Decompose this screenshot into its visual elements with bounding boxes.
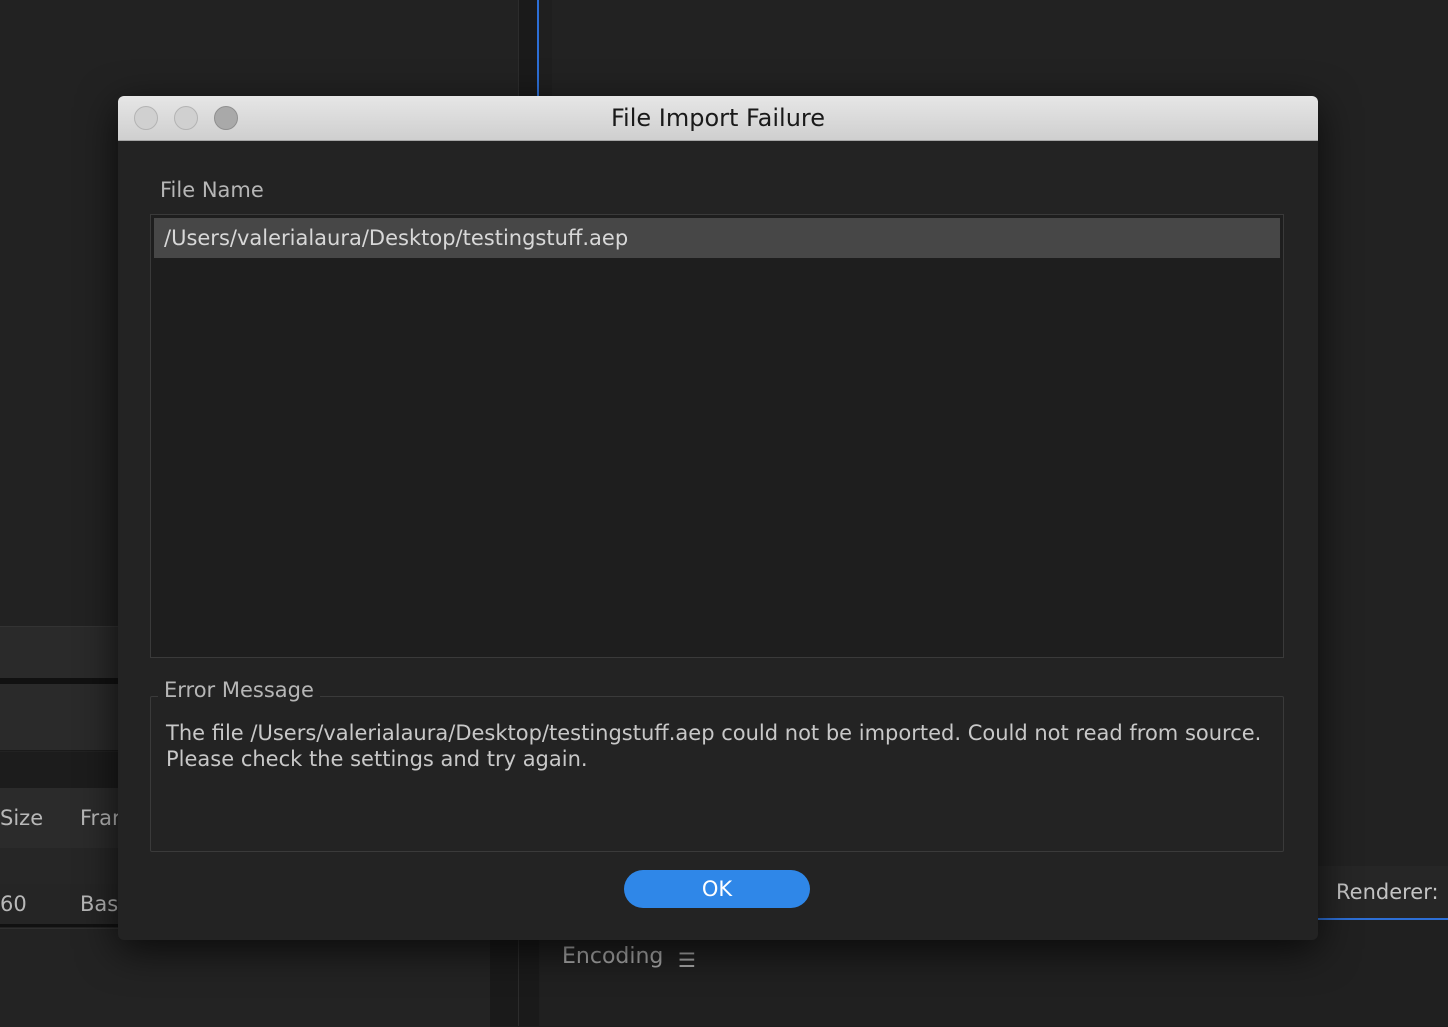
error-message-text: The file /Users/valerialaura/Desktop/tes…: [166, 721, 1262, 771]
table-cell-size: 60: [0, 892, 27, 916]
dialog-title: File Import Failure: [610, 104, 826, 132]
bottom-divider: [490, 930, 518, 1026]
file-name-label: File Name: [160, 178, 264, 202]
error-message-label: Error Message: [158, 678, 320, 702]
hamburger-menu-icon[interactable]: ☰: [678, 948, 696, 972]
list-item[interactable]: /Users/valerialaura/Desktop/testingstuff…: [154, 218, 1280, 258]
file-path: /Users/valerialaura/Desktop/testingstuff…: [164, 226, 629, 250]
left-panel-row: [0, 752, 118, 788]
panel-focus-indicator: [537, 0, 539, 100]
renderer-label: Renderer:: [1336, 880, 1439, 904]
column-header-frame[interactable]: Frar: [80, 806, 121, 830]
ok-button[interactable]: OK: [624, 870, 810, 908]
left-bottom-panel: [0, 928, 490, 1027]
column-header-size[interactable]: Size: [0, 806, 43, 830]
left-panel-row: [0, 684, 118, 751]
dialog-titlebar[interactable]: File Import Failure: [118, 96, 1318, 141]
file-list[interactable]: /Users/valerialaura/Desktop/testingstuff…: [150, 214, 1284, 658]
table-row: [0, 848, 118, 884]
left-panel-row: [0, 626, 118, 679]
encoding-tab[interactable]: Encoding: [562, 944, 663, 969]
file-import-failure-dialog: File Import Failure File Name /Users/val…: [118, 96, 1318, 940]
table-cell-frame: Bas: [80, 892, 119, 916]
